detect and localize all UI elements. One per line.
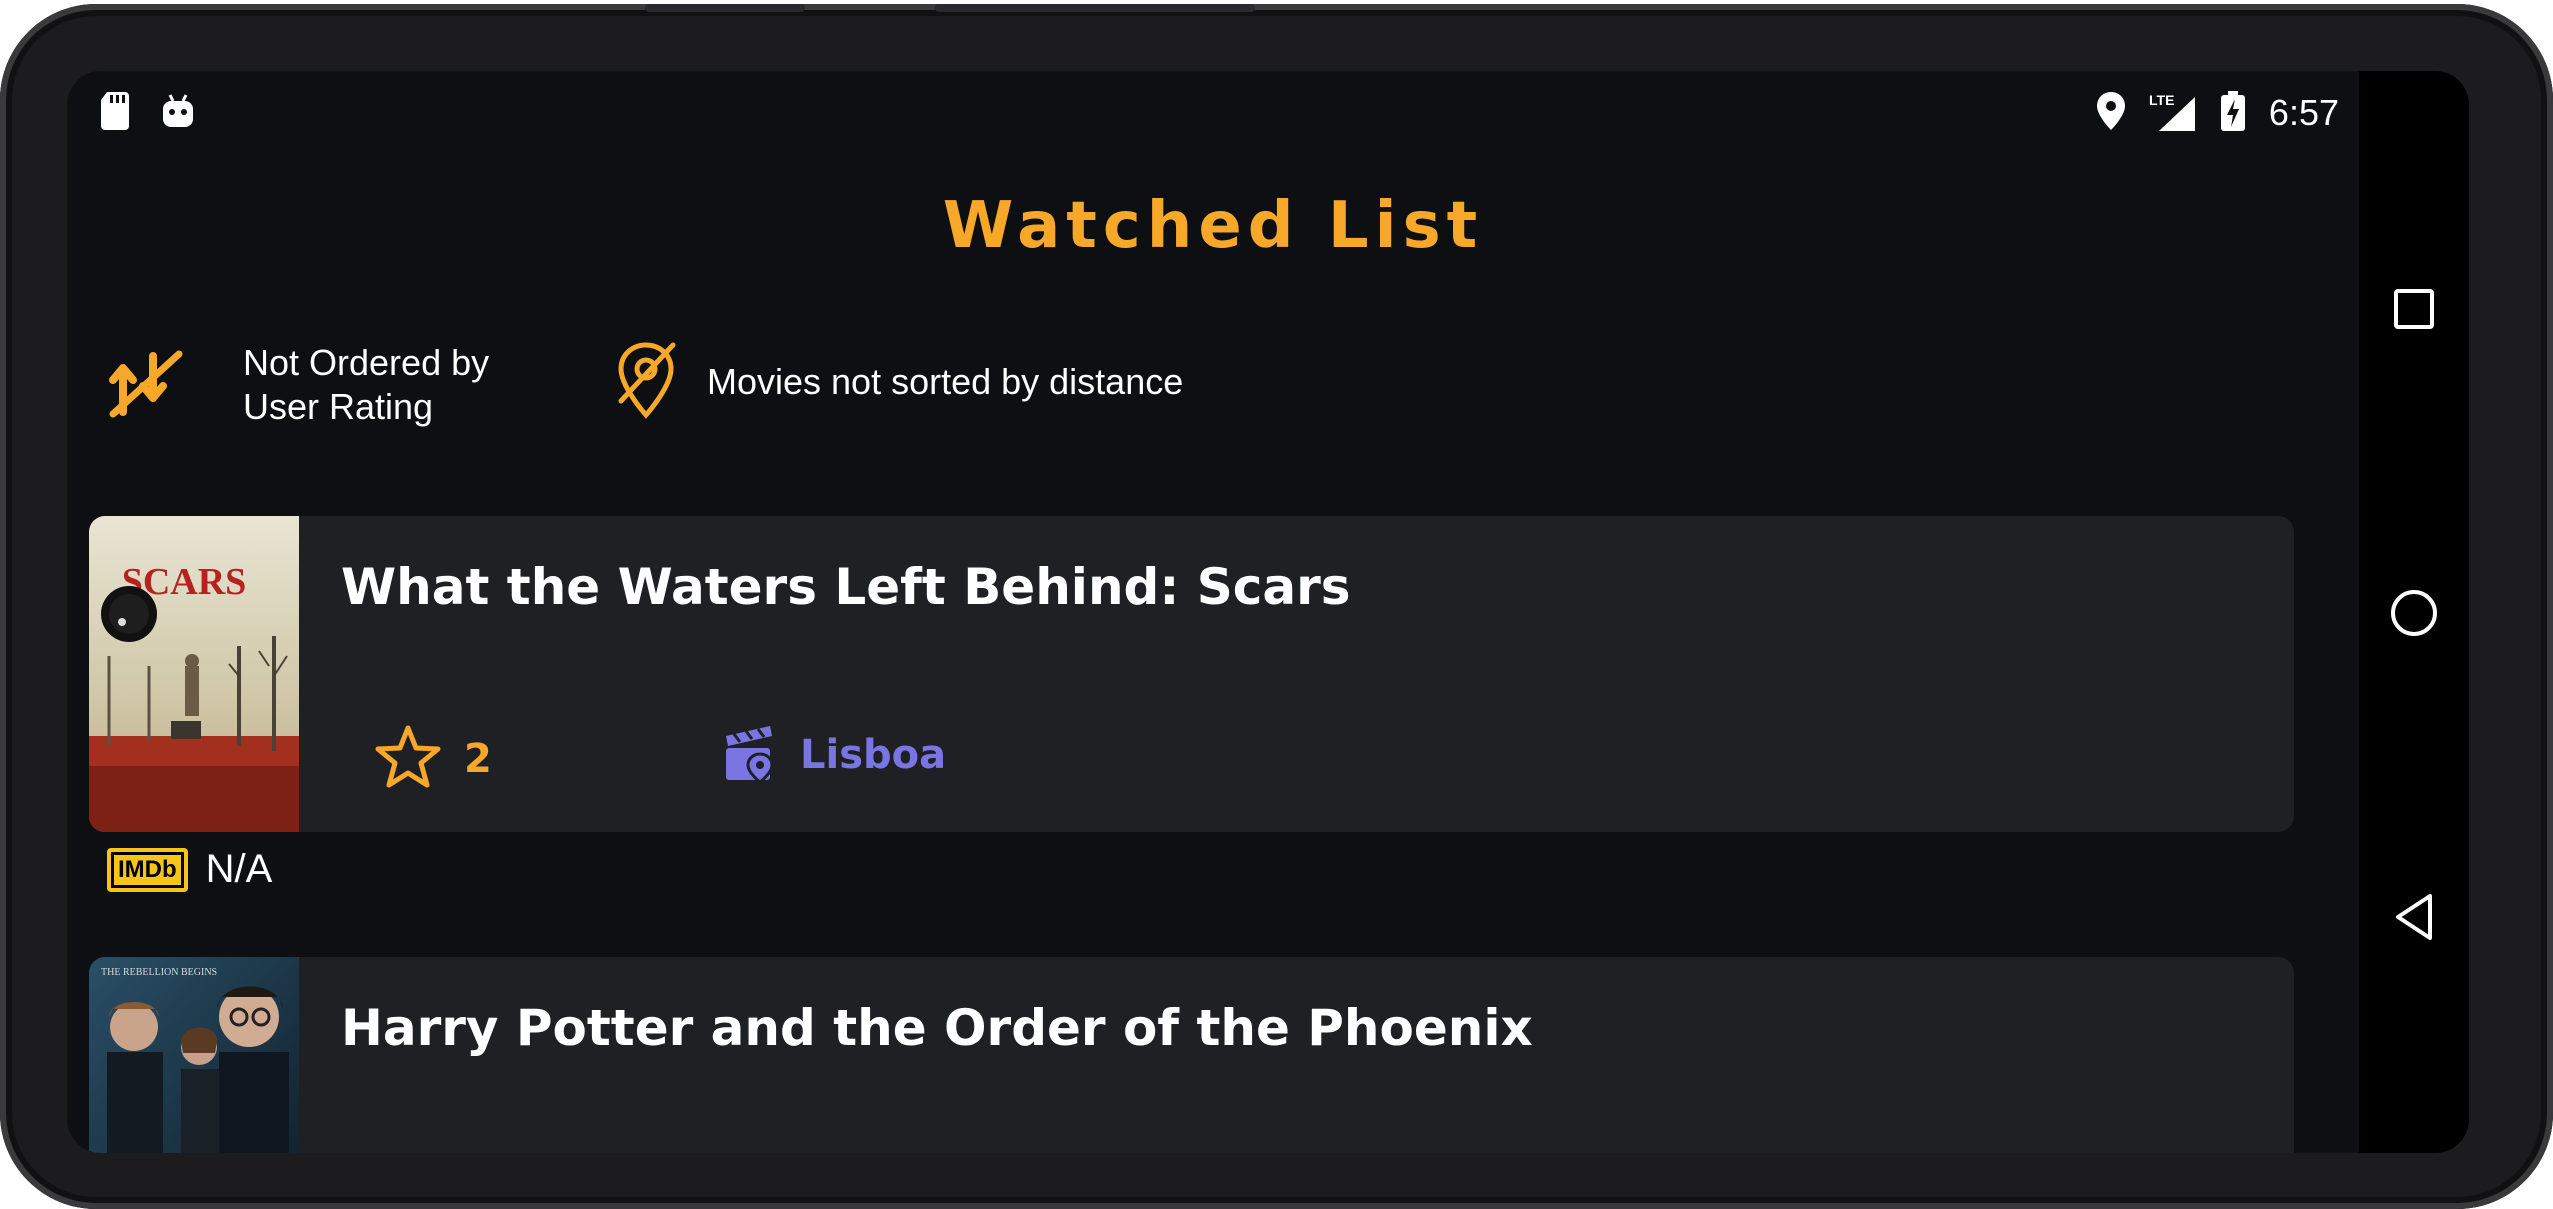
device-frame: LTE 6:57 Watched List Not Ordered by Use… — [0, 4, 2553, 1209]
star-icon — [374, 724, 442, 794]
movie-title: Harry Potter and the Order of the Phoeni… — [341, 999, 1533, 1057]
home-button[interactable] — [2359, 558, 2469, 668]
imdb-rating-row: IMDb N/A — [107, 847, 272, 892]
movie-poster: SCARS — [89, 516, 299, 832]
cinema-location[interactable]: Lisboa — [722, 724, 946, 786]
recents-button[interactable] — [2359, 254, 2469, 364]
cinema-location-icon — [722, 724, 778, 786]
sort-off-icon — [109, 348, 185, 422]
movie-card[interactable]: SCARS What the Waters Left Behind: Scars… — [89, 516, 2294, 832]
page-title: Watched List — [942, 189, 1484, 263]
back-button[interactable] — [2359, 862, 2469, 972]
android-icon — [161, 93, 195, 133]
rating-order-toggle[interactable]: Not Ordered by User Rating — [109, 341, 543, 429]
location-icon — [2096, 92, 2125, 134]
cinema-name: Lisboa — [800, 732, 947, 778]
svg-text:LTE: LTE — [2149, 92, 2174, 108]
movie-card[interactable]: THE REBELLION BEGINS Harry Potter and th… — [89, 957, 2294, 1153]
sd-card-icon — [101, 92, 131, 134]
device-button-top — [935, 4, 1255, 12]
device-button-top — [645, 4, 805, 12]
rating-order-label: Not Ordered by User Rating — [243, 342, 490, 427]
imdb-rating-value: N/A — [205, 847, 273, 891]
circle-icon — [2391, 590, 2437, 636]
app-screen: LTE 6:57 Watched List Not Ordered by Use… — [67, 71, 2469, 1153]
location-off-icon — [615, 341, 677, 423]
battery-charging-icon — [2220, 91, 2245, 135]
user-rating: 2 — [374, 724, 492, 794]
status-bar-right: LTE 6:57 — [2096, 85, 2339, 141]
svg-text:THE REBELLION BEGINS: THE REBELLION BEGINS — [101, 967, 217, 978]
square-icon — [2394, 289, 2434, 329]
signal-icon: LTE — [2149, 91, 2197, 135]
clock: 6:57 — [2268, 92, 2339, 133]
distance-sort-toggle[interactable]: Movies not sorted by distance — [615, 341, 1183, 423]
status-bar-left — [101, 85, 195, 141]
movie-title: What the Waters Left Behind: Scars — [341, 558, 1351, 616]
movie-poster: THE REBELLION BEGINS — [89, 957, 299, 1153]
system-navigation-bar — [2359, 71, 2469, 1153]
triangle-back-icon — [2396, 894, 2432, 940]
distance-sort-label: Movies not sorted by distance — [707, 361, 1184, 402]
user-rating-value: 2 — [464, 736, 492, 782]
imdb-logo: IMDb — [107, 847, 188, 892]
